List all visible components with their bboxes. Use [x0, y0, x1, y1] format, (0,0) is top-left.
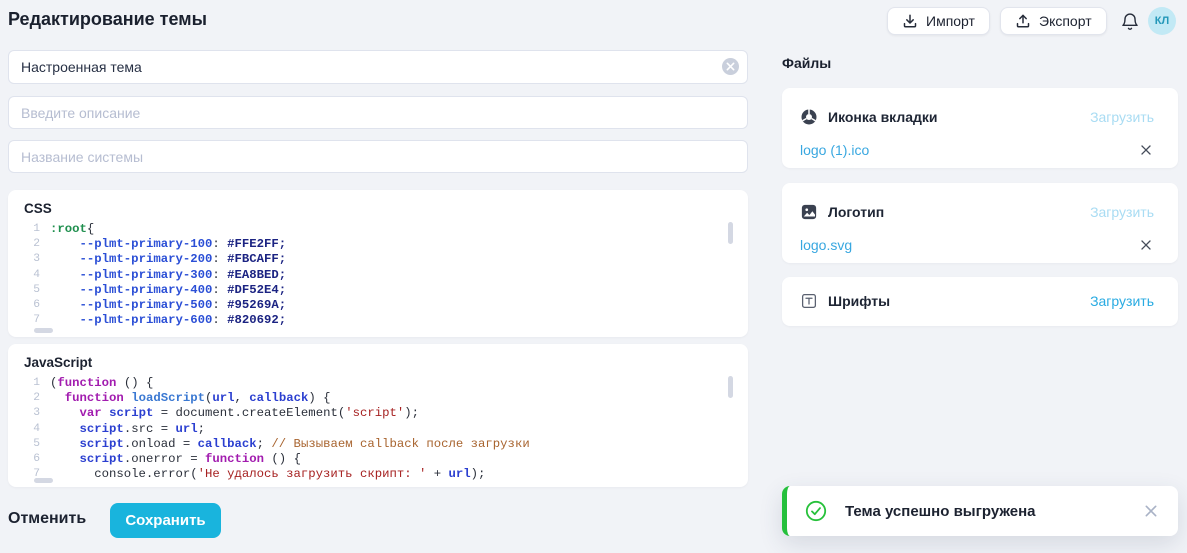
- upload-button[interactable]: Загрузить: [1090, 204, 1154, 220]
- javascript-editor-panel: JavaScript 1(function () {2 function loa…: [8, 344, 748, 487]
- file-card-fonts: Шрифты Загрузить: [782, 277, 1178, 326]
- cancel-button[interactable]: Отменить: [8, 510, 86, 528]
- clear-input-icon[interactable]: [722, 58, 739, 75]
- javascript-horizontal-scrollbar[interactable]: [34, 478, 53, 483]
- export-label: Экспорт: [1039, 13, 1092, 29]
- file-card-logo: Логотип Загрузить logo.svg: [782, 183, 1178, 263]
- browser-tab-icon: [800, 108, 818, 126]
- files-section-title: Файлы: [782, 55, 831, 71]
- file-card-title: Иконка вкладки: [828, 109, 1080, 125]
- javascript-code-area[interactable]: 1(function () {2 function loadScript(url…: [8, 376, 748, 482]
- description-input[interactable]: [8, 96, 748, 129]
- import-icon: [902, 13, 918, 29]
- upload-button[interactable]: Загрузить: [1090, 109, 1154, 125]
- file-card-title: Логотип: [828, 204, 1080, 220]
- toast-close-icon[interactable]: [1144, 504, 1158, 518]
- page-title: Редактирование темы: [8, 9, 207, 30]
- uploaded-file-link[interactable]: logo (1).ico: [800, 142, 1140, 158]
- system-name-input[interactable]: [8, 140, 748, 173]
- user-avatar[interactable]: КЛ: [1148, 7, 1176, 35]
- css-code-area[interactable]: 1:root{2 --plmt-primary-100: #FFE2FF;3 -…: [8, 222, 748, 328]
- image-icon: [800, 203, 818, 221]
- file-card-tab-icon: Иконка вкладки Загрузить logo (1).ico: [782, 88, 1178, 168]
- export-button[interactable]: Экспорт: [1000, 7, 1107, 35]
- save-button[interactable]: Сохранить: [110, 503, 221, 538]
- export-icon: [1015, 13, 1031, 29]
- remove-file-icon[interactable]: [1140, 239, 1152, 251]
- check-circle-icon: [805, 500, 827, 522]
- javascript-panel-title: JavaScript: [24, 355, 748, 370]
- file-card-title: Шрифты: [828, 293, 1080, 309]
- upload-button[interactable]: Загрузить: [1090, 293, 1154, 309]
- uploaded-file-link[interactable]: logo.svg: [800, 237, 1140, 253]
- notifications-bell-icon[interactable]: [1119, 11, 1141, 33]
- toast-message: Тема успешно выгружена: [845, 503, 1126, 520]
- javascript-vertical-scrollbar[interactable]: [728, 376, 733, 398]
- css-vertical-scrollbar[interactable]: [728, 222, 733, 244]
- remove-file-icon[interactable]: [1140, 144, 1152, 156]
- css-panel-title: CSS: [24, 201, 748, 216]
- font-icon: [800, 292, 818, 310]
- import-button[interactable]: Импорт: [887, 7, 990, 35]
- css-horizontal-scrollbar[interactable]: [34, 328, 53, 333]
- import-label: Импорт: [926, 13, 975, 29]
- css-editor-panel: CSS 1:root{2 --plmt-primary-100: #FFE2FF…: [8, 190, 748, 337]
- success-toast: Тема успешно выгружена: [782, 486, 1178, 536]
- theme-name-input[interactable]: [8, 50, 748, 84]
